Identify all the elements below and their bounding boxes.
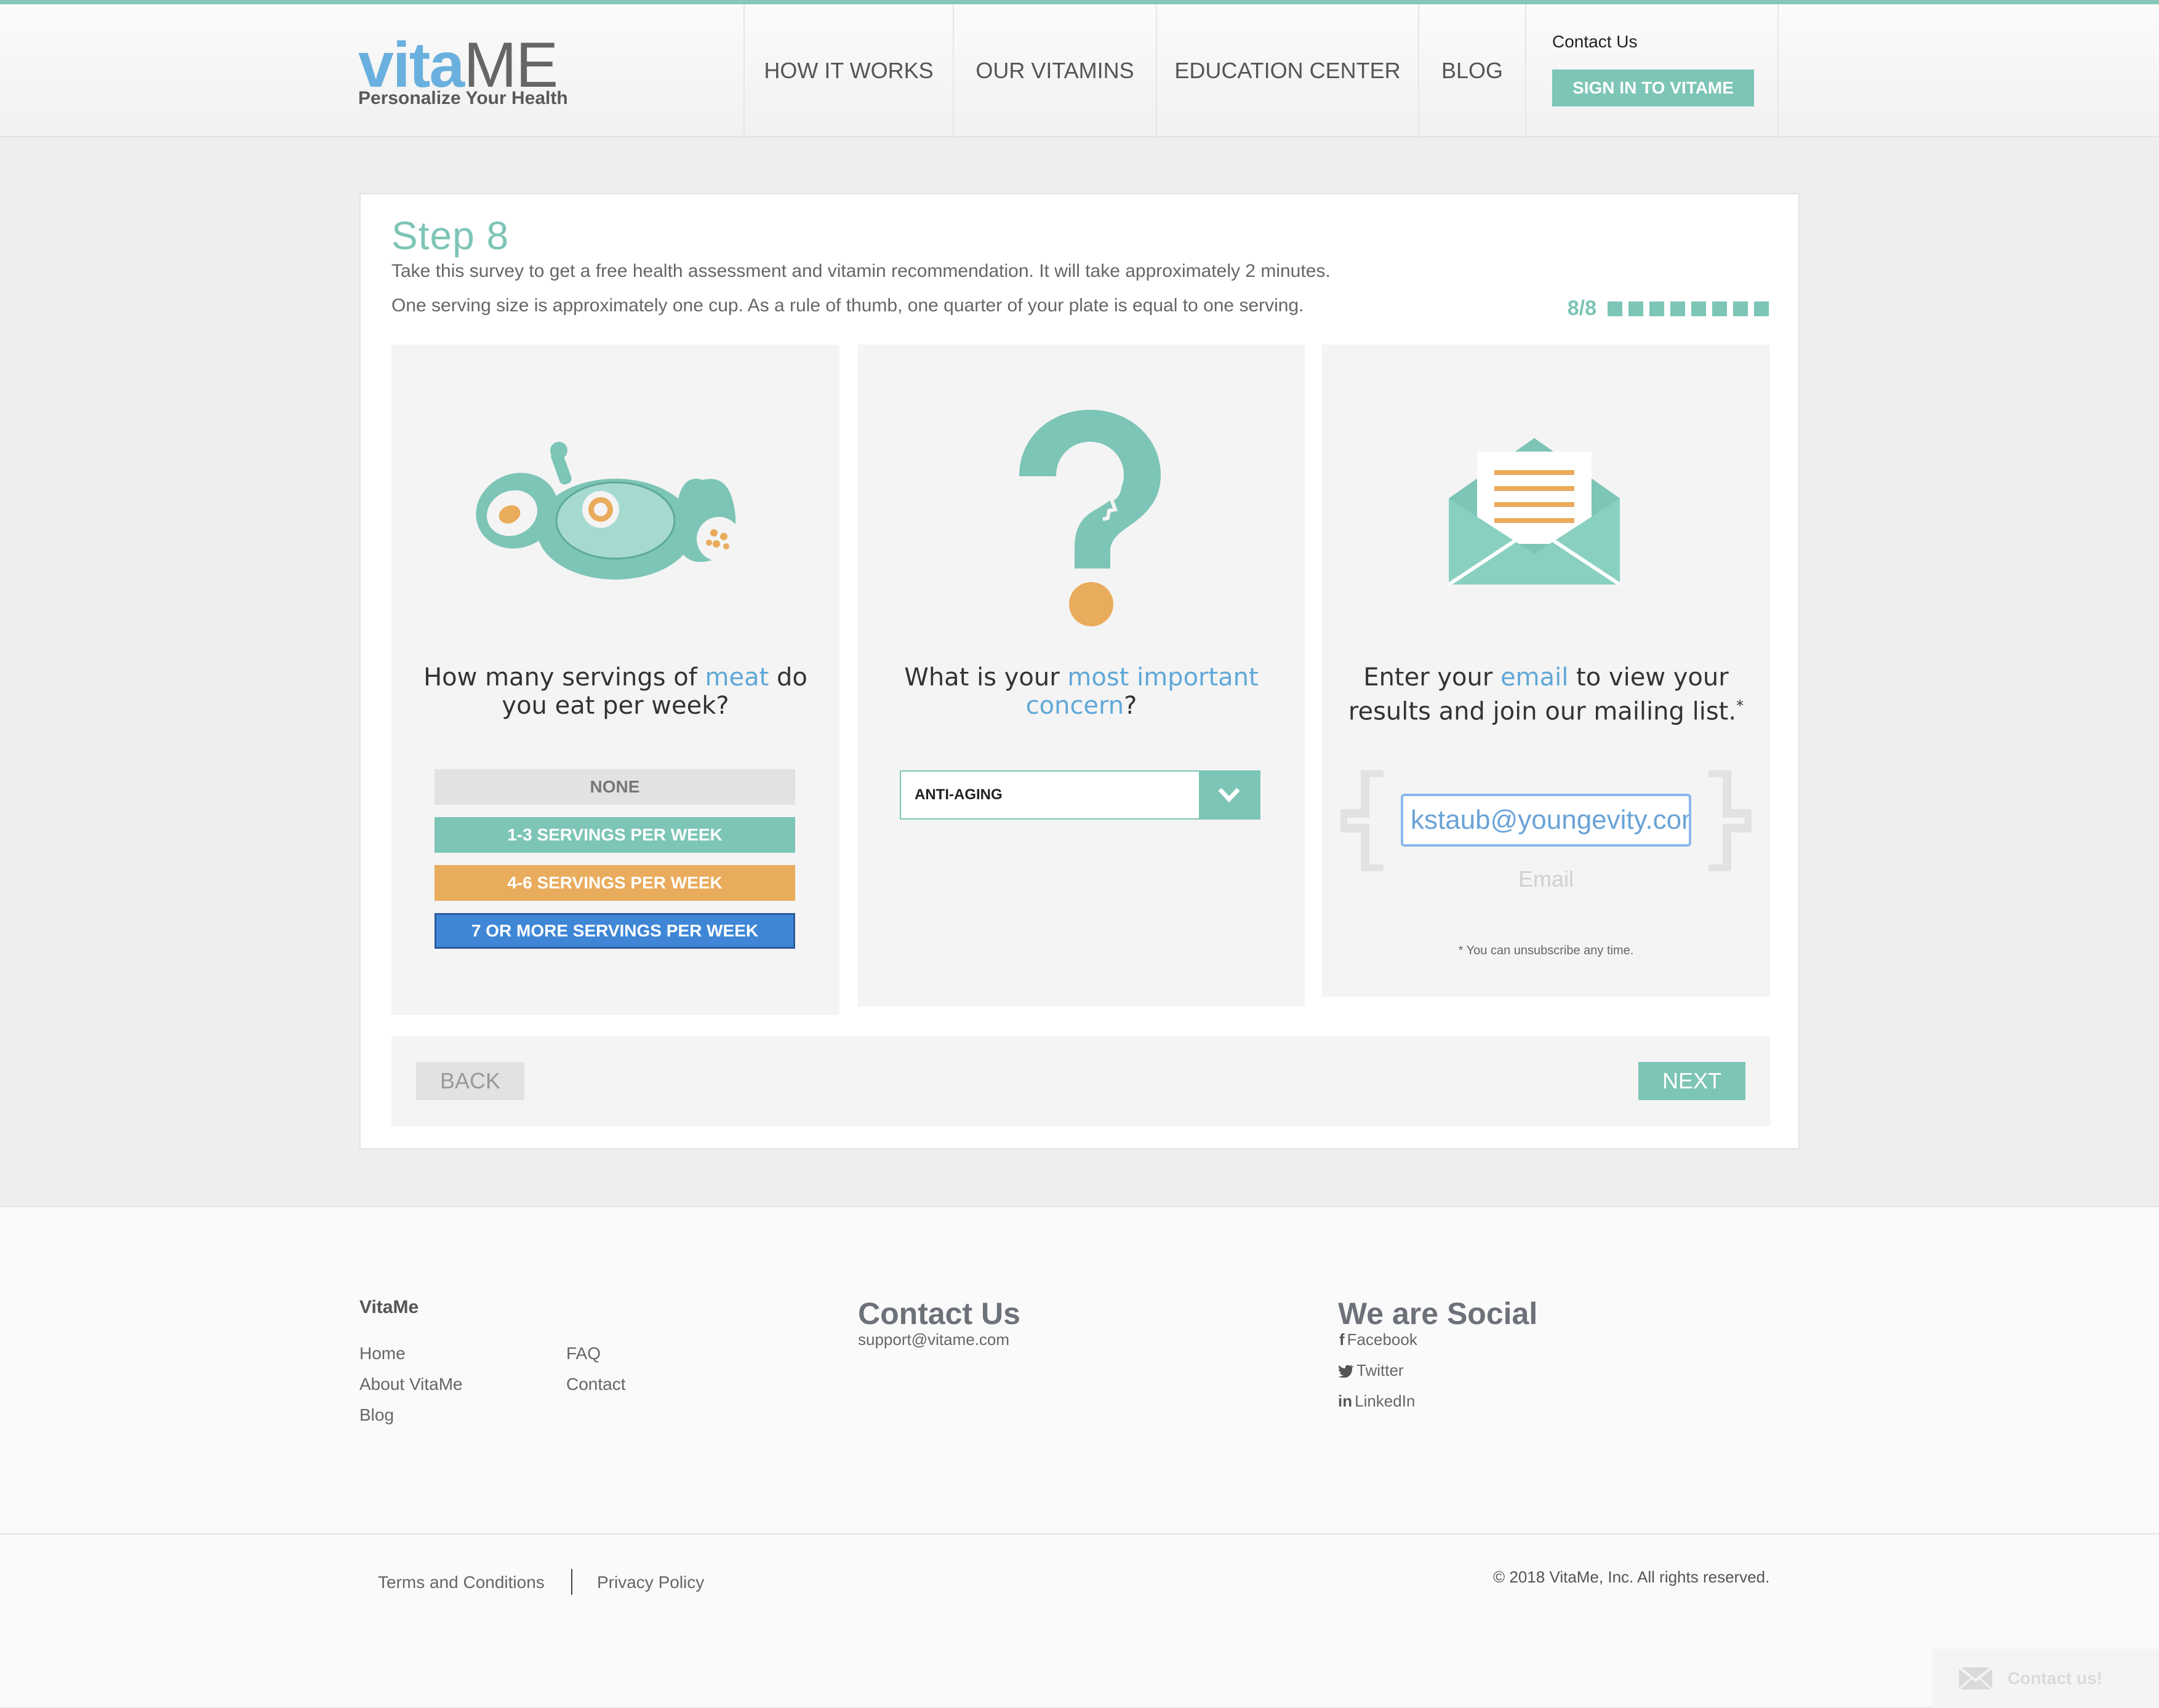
progress-step	[1754, 301, 1769, 316]
nav-how-it-works[interactable]: HOW IT WORKS	[743, 4, 953, 137]
survey-card: Step 8 Take this survey to get a free he…	[359, 193, 1800, 1149]
concern-question: What is your most important concern?	[904, 663, 1259, 720]
footer-link-contact[interactable]: Contact	[566, 1375, 626, 1394]
nav-education-center[interactable]: EDUCATION CENTER	[1156, 4, 1418, 137]
question-mark-icon	[1019, 410, 1161, 626]
footer-facebook-link[interactable]: f Facebook	[1339, 1330, 1417, 1349]
vitame-logo[interactable]: vitaME Personalize Your Health	[358, 31, 568, 118]
envelope-icon	[1448, 438, 1621, 586]
sign-in-button[interactable]: SIGN IN TO VITAME	[1552, 70, 1754, 106]
option-1-3-servings[interactable]: 1-3 SERVINGS PER WEEK	[435, 817, 795, 853]
concern-question-panel: What is your most important concern? ANT…	[858, 345, 1305, 1007]
email-label: Email	[1518, 866, 1574, 892]
contact-us-widget[interactable]: Contact us!	[1933, 1649, 2159, 1708]
survey-navigation-bar: BACK NEXT	[391, 1036, 1770, 1126]
site-footer: VitaMe Home About VitaMe Blog FAQ Contac…	[0, 1206, 2159, 1708]
twitter-icon	[1338, 1364, 1353, 1378]
concern-select-value: ANTI-AGING	[915, 786, 1003, 803]
nav-blog[interactable]: BLOG	[1418, 4, 1525, 137]
mail-icon	[1958, 1667, 1993, 1690]
chevron-down-icon[interactable]	[1199, 772, 1259, 818]
progress-step	[1670, 301, 1685, 316]
nav-our-vitamins[interactable]: OUR VITAMINS	[953, 4, 1156, 137]
facebook-icon: f	[1339, 1330, 1345, 1349]
concern-select[interactable]: ANTI-AGING	[900, 770, 1260, 820]
footer-link-blog[interactable]: Blog	[359, 1405, 394, 1425]
footer-brand: VitaMe	[359, 1297, 419, 1317]
footer-linkedin-link[interactable]: in LinkedIn	[1338, 1392, 1415, 1411]
logo-tagline: Personalize Your Health	[358, 88, 568, 108]
serving-note: One serving size is approximately one cu…	[391, 295, 1304, 316]
site-header: vitaME Personalize Your Health HOW IT WO…	[0, 4, 2159, 137]
meat-icon	[476, 442, 741, 580]
footer-support-email[interactable]: support@vitame.com	[858, 1330, 1009, 1349]
footer-link-separator	[571, 1569, 572, 1595]
back-button[interactable]: BACK	[416, 1062, 524, 1100]
nav-contact-block: Contact Us SIGN IN TO VITAME	[1525, 4, 1779, 137]
footer-link-faq[interactable]: FAQ	[566, 1344, 601, 1363]
next-button[interactable]: NEXT	[1638, 1062, 1745, 1100]
contact-us-link[interactable]: Contact Us	[1552, 32, 1638, 52]
footer-twitter-link[interactable]: Twitter	[1338, 1361, 1404, 1380]
option-4-6-servings[interactable]: 4-6 SERVINGS PER WEEK	[435, 865, 795, 901]
option-7-or-more-servings[interactable]: 7 OR MORE SERVINGS PER WEEK	[435, 913, 795, 949]
email-field[interactable]: kstaub@youngevity.com	[1401, 794, 1691, 847]
linkedin-icon: in	[1338, 1392, 1353, 1410]
privacy-link[interactable]: Privacy Policy	[597, 1573, 704, 1592]
progress-step	[1628, 301, 1643, 316]
progress-step	[1733, 301, 1748, 316]
meat-question: How many servings of meat do you eat per…	[423, 663, 807, 720]
footer-link-home[interactable]: Home	[359, 1344, 406, 1363]
progress-indicator: 8/8	[1568, 297, 1769, 321]
email-question: Enter your email to view your results an…	[1348, 663, 1744, 726]
top-accent-line	[0, 0, 2159, 4]
left-bracket-icon	[1340, 770, 1384, 871]
meat-question-panel: How many servings of meat do you eat per…	[391, 345, 839, 1015]
progress-step	[1691, 301, 1706, 316]
progress-text: 8/8	[1567, 297, 1596, 320]
survey-intro: Take this survey to get a free health as…	[391, 261, 1331, 281]
unsubscribe-note: * You can unsubscribe any time.	[1458, 944, 1634, 957]
right-bracket-icon	[1708, 770, 1752, 871]
progress-step	[1608, 301, 1622, 316]
step-title: Step 8	[391, 214, 510, 258]
contact-widget-label: Contact us!	[2008, 1669, 2102, 1688]
footer-social-heading: We are Social	[1338, 1296, 1538, 1331]
email-question-panel: Enter your email to view your results an…	[1322, 345, 1770, 997]
progress-step	[1712, 301, 1727, 316]
main-nav: HOW IT WORKS OUR VITAMINS EDUCATION CENT…	[743, 4, 1779, 137]
option-none[interactable]: NONE	[435, 769, 795, 805]
terms-link[interactable]: Terms and Conditions	[378, 1573, 545, 1592]
copyright-text: © 2018 VitaMe, Inc. All rights reserved.	[1493, 1568, 1770, 1586]
progress-step	[1649, 301, 1664, 316]
footer-link-about[interactable]: About VitaMe	[359, 1375, 463, 1394]
footer-divider	[0, 1533, 2159, 1534]
footer-contact-heading: Contact Us	[858, 1296, 1020, 1331]
